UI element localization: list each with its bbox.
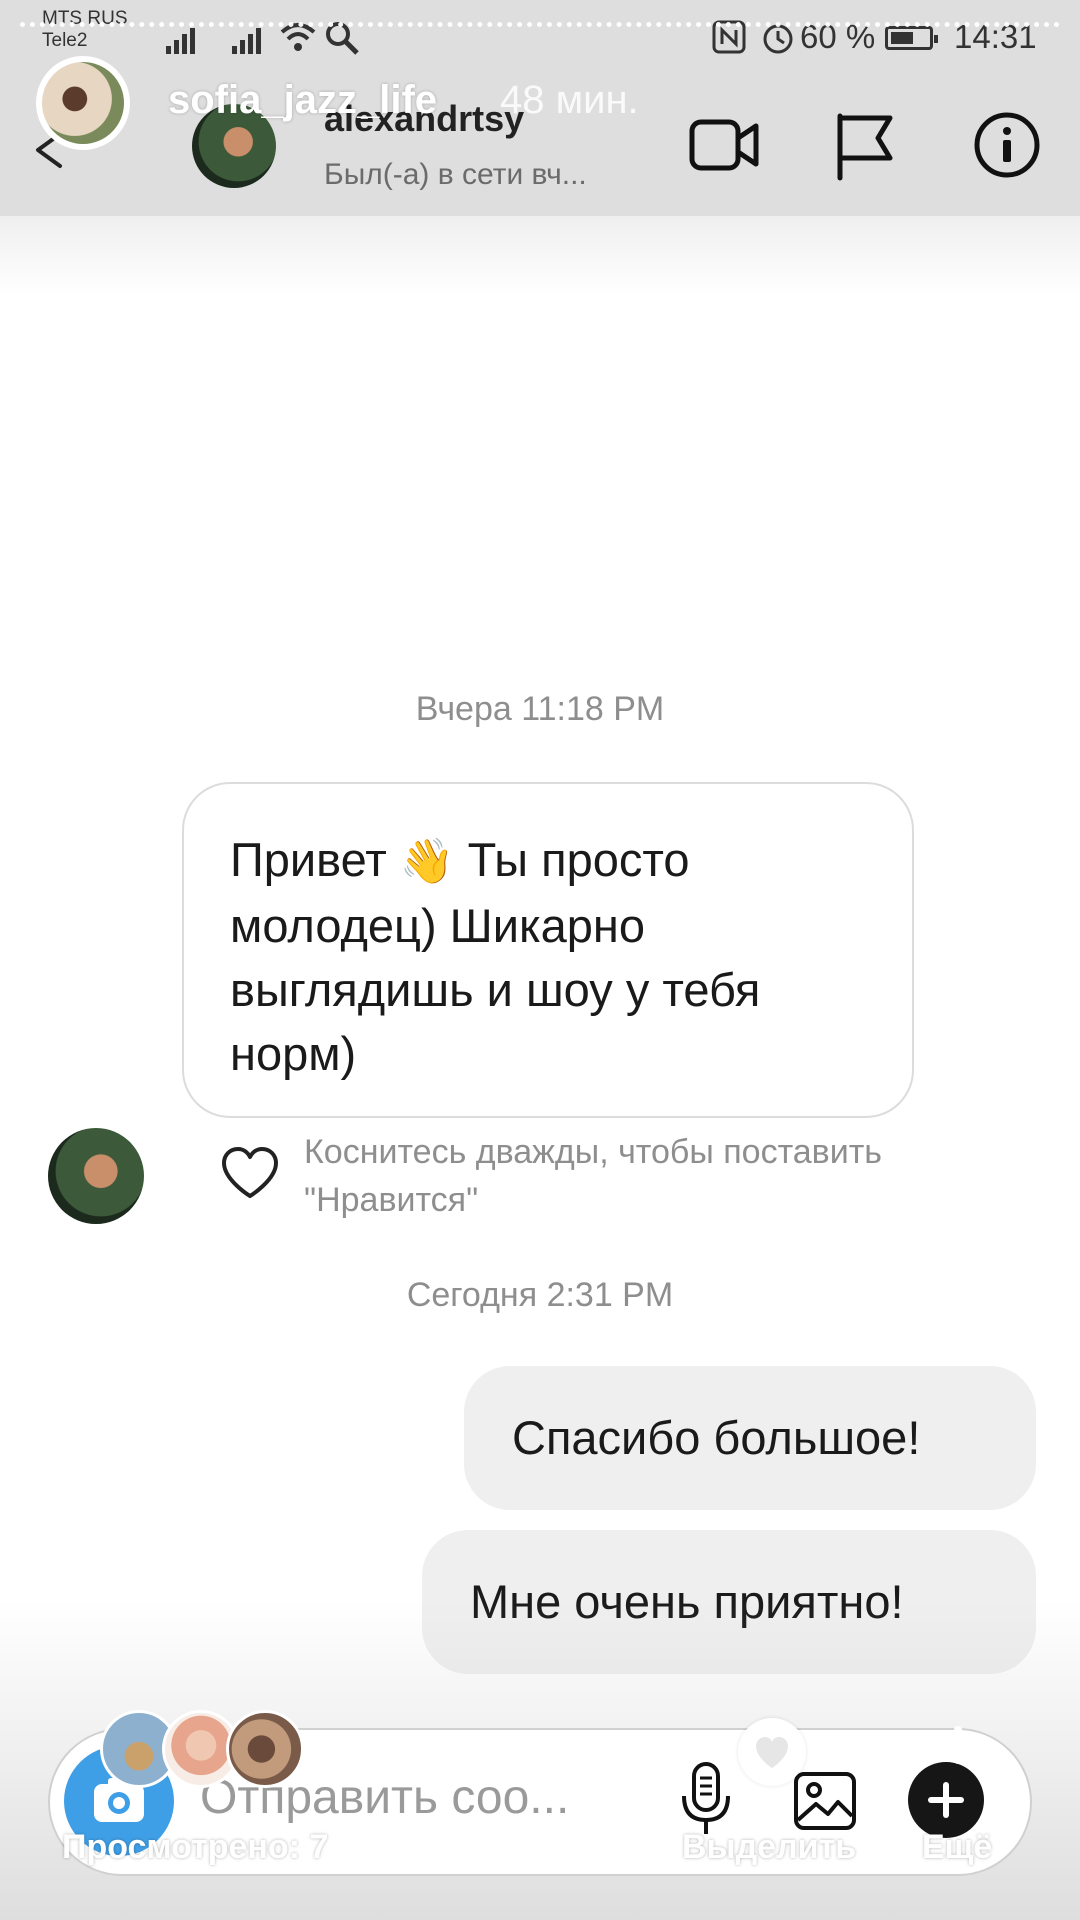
sender-avatar[interactable] [48,1128,144,1224]
signal-2-icon [232,24,261,54]
carrier-names: MTS RUS Tele2 [42,8,128,52]
message-timestamp: Вчера 11:18 PM [415,690,665,728]
story-time-ago: 48 мин. [500,78,639,122]
highlight-label[interactable]: Выделить [682,1828,856,1867]
video-call-icon[interactable] [688,114,762,176]
seen-count[interactable]: Просмотрено: 7 [62,1828,328,1867]
viewer-avatar[interactable] [226,1710,304,1788]
heart-icon [756,1737,788,1768]
incoming-message-text-1: Привет [230,833,400,886]
header-shadow [0,216,1080,296]
flag-icon[interactable] [832,112,896,182]
info-icon[interactable] [972,110,1042,180]
carrier-2: Tele2 [42,30,88,51]
story-progress-bar [20,22,1060,27]
incoming-message-bubble[interactable]: Привет 👋 Ты просто молодец) Шикарно выгл… [182,782,914,1118]
story-username[interactable]: sofia_jazz_life [168,78,437,123]
heart-icon[interactable] [220,1146,280,1200]
more-label[interactable]: Ещё [922,1828,992,1867]
contact-status: Был(-а) в сети вч... [324,158,587,191]
signal-icon [166,24,195,54]
highlight-button[interactable] [738,1718,806,1786]
status-bar: MTS RUS Tele2 60 % 14:31 [0,0,1080,70]
battery-icon [885,26,938,50]
double-tap-like-hint: Коснитесь дважды, чтобы поставить "Нрави… [304,1133,883,1219]
message-timestamp: Сегодня 2:31 PM [406,1276,674,1314]
story-user-avatar[interactable] [36,56,130,150]
outgoing-message-bubble[interactable]: Спасибо большое! [464,1366,1036,1510]
more-dots-icon[interactable] [954,1726,962,1771]
waving-hand-emoji: 👋 [399,837,455,886]
more-actions-plus-icon[interactable] [908,1762,984,1838]
